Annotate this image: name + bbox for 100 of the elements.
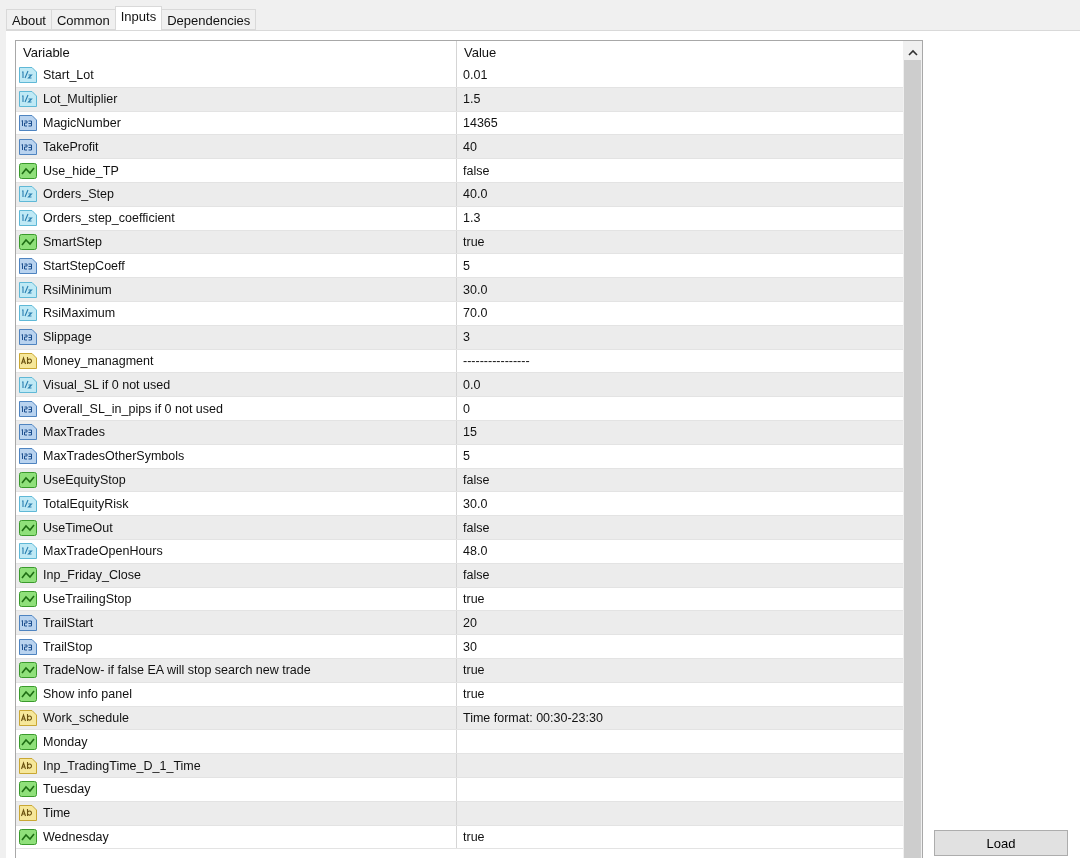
switch-icon [19, 662, 37, 679]
variable-value[interactable]: 14365 [460, 116, 498, 130]
fraction-icon [19, 495, 37, 512]
variable-name: MaxTrades [43, 425, 106, 440]
variable-name: TotalEquityRisk [43, 496, 129, 511]
switch-icon [19, 519, 37, 536]
variable-value[interactable]: true [460, 829, 485, 844]
variable-name: UseTimeOut [43, 520, 113, 535]
switch-icon [19, 781, 37, 798]
tab[interactable]: About [6, 9, 52, 30]
variable-name: MagicNumber [43, 116, 121, 130]
fraction-icon [19, 91, 37, 108]
variable-value[interactable]: 70.0 [460, 306, 488, 321]
variable-value[interactable]: 30.0 [460, 282, 488, 297]
variable-value[interactable]: 5 [460, 258, 470, 273]
variable-value[interactable]: 3 [460, 330, 470, 345]
variable-value[interactable]: 15 [460, 425, 477, 440]
variable-value[interactable]: 0.0 [460, 377, 481, 392]
number-icon [19, 138, 37, 155]
variable-name: Overall_SL_in_pips if 0 not used [43, 401, 223, 416]
variable-name: Money_managment [43, 353, 154, 368]
variable-name: TrailStart [43, 615, 94, 630]
variable-value[interactable]: false [460, 163, 490, 178]
variable-name: RsiMinimum [43, 282, 112, 297]
number-icon [19, 614, 37, 631]
switch-icon [19, 733, 37, 750]
variable-name: TrailStop [43, 639, 93, 654]
variable-name: Visual_SL if 0 not used [43, 377, 171, 392]
variable-name: Work_schedule [43, 710, 129, 725]
variable-name: SmartStep [43, 234, 103, 249]
variable-value[interactable]: 40 [460, 139, 477, 154]
fraction-icon [19, 67, 37, 84]
variable-name: UseTrailingStop [43, 591, 132, 606]
number-icon [19, 424, 37, 441]
variable-value[interactable]: 0 [460, 401, 470, 416]
variable-value[interactable]: false [460, 568, 490, 583]
fraction-icon [19, 186, 37, 203]
variable-name: Time [43, 806, 71, 821]
switch-icon [19, 233, 37, 250]
variable-value[interactable]: 5 [460, 449, 470, 464]
text-icon [19, 352, 37, 369]
variable-value[interactable]: 20 [460, 615, 477, 630]
variable-name: Lot_Multiplier [43, 92, 118, 107]
variable-name: MaxTradeOpenHours [43, 544, 163, 559]
variable-name: Use_hide_TP [43, 163, 119, 178]
number-icon [19, 400, 37, 417]
number-icon [19, 329, 37, 346]
scroll-up-icon[interactable] [907, 49, 918, 56]
switch-icon [19, 686, 37, 703]
variable-name: TakeProfit [43, 139, 99, 154]
number-icon [19, 448, 37, 465]
scrollbar[interactable] [903, 41, 922, 858]
switch-icon [19, 828, 37, 845]
variable-value[interactable]: false [460, 472, 490, 487]
text-icon [19, 805, 37, 822]
variable-name: Orders_Step [43, 187, 114, 202]
variable-name: RsiMaximum [43, 306, 116, 321]
tab[interactable]: Common [51, 9, 116, 30]
tab[interactable]: Inputs [114, 6, 163, 30]
fraction-icon [19, 376, 37, 393]
variable-value[interactable]: 40.0 [460, 187, 488, 202]
variable-name: Wednesday [43, 829, 109, 844]
variable-value[interactable]: 30 [460, 639, 477, 654]
load-button[interactable]: Load [934, 830, 1068, 856]
variable-value[interactable]: 48.0 [460, 544, 488, 559]
variable-value[interactable]: true [460, 687, 485, 702]
variable-name: Start_Lot [43, 68, 94, 83]
fraction-icon [19, 210, 37, 227]
variable-value[interactable]: 0.01 [460, 68, 488, 83]
fraction-icon [19, 543, 37, 560]
switch-icon [19, 567, 37, 584]
variable-name: Monday [43, 734, 88, 749]
number-icon [19, 115, 37, 131]
number-icon [19, 638, 37, 655]
text-icon [19, 709, 37, 726]
variable-name: MaxTradesOtherSymbols [43, 449, 185, 464]
number-icon [19, 257, 37, 274]
switch-icon [19, 590, 37, 607]
variable-name: Inp_TradingTime_D_1_Time [43, 758, 201, 773]
variable-name: Tuesday [43, 782, 91, 797]
text-icon [19, 757, 37, 774]
variable-name: UseEquityStop [43, 472, 126, 487]
variable-name: Slippage [43, 330, 92, 345]
variable-value[interactable]: ---------------- [460, 353, 530, 368]
variable-value[interactable]: 1.5 [460, 92, 481, 107]
variable-value[interactable]: true [460, 234, 485, 249]
variable-value[interactable]: 1.3 [460, 211, 481, 226]
variable-name: StartStepCoeff [43, 258, 125, 273]
column-header[interactable]: Value [460, 45, 497, 60]
variable-value[interactable]: 30.0 [460, 496, 488, 511]
variable-name: Inp_Friday_Close [43, 568, 141, 583]
fraction-icon [19, 305, 37, 322]
variable-value[interactable]: false [460, 520, 490, 535]
switch-icon [19, 162, 37, 179]
switch-icon [19, 471, 37, 488]
variable-value[interactable]: true [460, 591, 485, 606]
column-header[interactable]: Variable [19, 45, 70, 60]
variable-value[interactable]: true [460, 663, 485, 678]
tab[interactable]: Dependencies [161, 9, 257, 30]
variable-value[interactable]: Time format: 00:30-23:30 [460, 710, 603, 725]
